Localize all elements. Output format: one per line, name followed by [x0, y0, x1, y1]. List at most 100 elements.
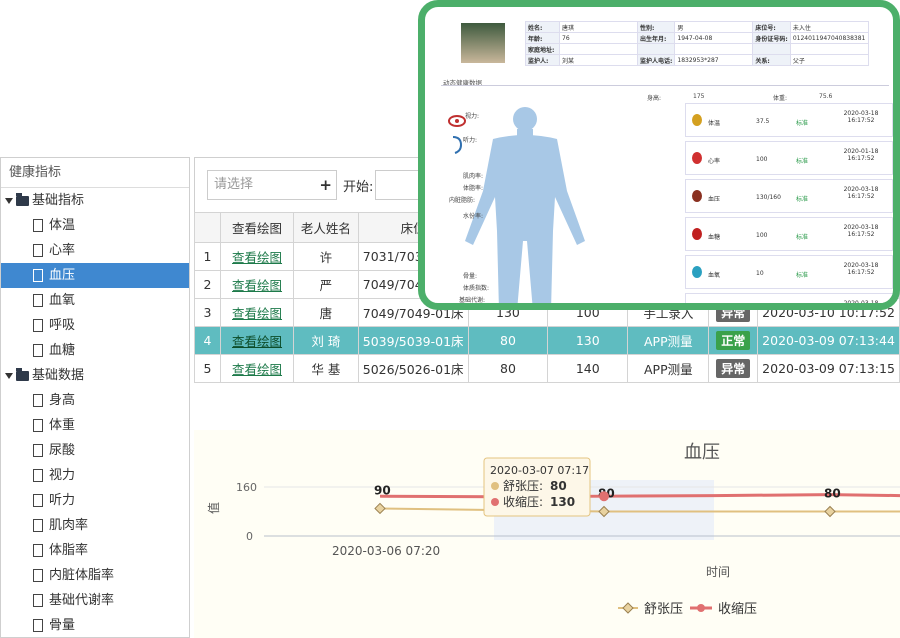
info-value: 男: [674, 21, 754, 33]
document-icon: [33, 244, 43, 257]
y-tick-label: 0: [246, 530, 253, 543]
info-value: 唐琪: [559, 21, 638, 33]
folder-icon: [16, 192, 29, 206]
info-row: 监护人: 刘某 监护人电话: 1832953*287 关系: 父子: [525, 54, 869, 66]
tooltip-date: 2020-03-07 07:17: [490, 464, 589, 477]
document-icon: [33, 419, 43, 432]
document-icon: [33, 594, 43, 607]
metric-card[interactable]: 心率 100 标准 2020-01-18 16:17:52: [685, 141, 893, 175]
status-badge: 异常: [716, 359, 751, 378]
tree-item-blood-pressure[interactable]: 血压: [1, 263, 189, 288]
tree-item-vision[interactable]: 视力: [1, 463, 189, 488]
view-chart-link[interactable]: 查看绘图: [220, 354, 295, 383]
data-point-diastolic: [374, 502, 386, 515]
metric-status: 标准: [796, 272, 809, 279]
tree-item-bone-mass[interactable]: 骨量: [1, 613, 189, 637]
tree-item-respiration[interactable]: 呼吸: [1, 313, 189, 338]
info-row: 家庭地址:: [525, 43, 869, 55]
col-elder-name: 老人姓名: [293, 212, 359, 243]
metric-card[interactable]: 总胆固醇 200 标准 2020-03-18 16:17:52: [685, 293, 893, 303]
time-cell: 2020-03-09 07:13:44: [757, 326, 900, 355]
tree-group-label: 基础数据: [32, 368, 85, 383]
x-tick-label: 2020-03-06 07:20: [332, 544, 440, 558]
tree-item-label: 肌肉率: [49, 518, 89, 533]
metric-card[interactable]: 血压 130/160 标准 2020-03-18 16:17:52: [685, 179, 893, 213]
tree-item-hearing[interactable]: 听力: [1, 488, 189, 513]
chart-title: 血压: [684, 442, 720, 463]
view-chart-link[interactable]: 查看绘图: [220, 298, 295, 327]
diastolic-cell: 80: [467, 354, 549, 383]
tree-item-label: 体脂率: [49, 543, 89, 558]
bed-cell: 5039/5039-01床: [357, 326, 469, 355]
tree-item-visceral-fat[interactable]: 内脏体脂率: [1, 563, 189, 588]
view-chart-link-text[interactable]: 查看绘图: [232, 334, 282, 349]
tree-item-uric-acid[interactable]: 尿酸: [1, 438, 189, 463]
metric-time: 2020-03-18 16:17:52: [843, 262, 879, 276]
plus-icon[interactable]: +: [319, 171, 332, 199]
weight-label: 体重:: [773, 95, 788, 102]
tree-item-weight[interactable]: 体重: [1, 413, 189, 438]
col-index: [193, 212, 222, 243]
section-divider: [441, 85, 889, 86]
elder-photo: [461, 23, 505, 63]
data-point-diastolic: [824, 505, 836, 518]
view-chart-link[interactable]: 查看绘图: [220, 326, 295, 355]
tree-item-label: 尿酸: [49, 443, 76, 458]
indicator-tree: 健康指标 基础指标 体温 心率 血压 血氧 呼吸 血糖 基础数据 身高 体重 尿…: [0, 157, 190, 638]
info-key: 家庭地址:: [525, 43, 560, 55]
tree-item-label: 血糖: [49, 343, 76, 358]
table-row[interactable]: 4 查看绘图刘 琦 5039/5039-01床 80 130 APP测量 正常 2020-03…: [193, 326, 900, 355]
eye-icon: [448, 115, 466, 127]
info-row: 姓名: 唐琪 性别: 男床位号: 未入住: [525, 21, 869, 33]
source-cell: APP测量: [627, 326, 710, 355]
metric-card[interactable]: 血糖 100 标准 2020-03-18 16:17:52: [685, 217, 893, 251]
document-icon: [33, 319, 43, 332]
view-chart-link[interactable]: 查看绘图: [220, 270, 295, 299]
tree-item-blood-oxygen[interactable]: 血氧: [1, 288, 189, 313]
view-chart-link[interactable]: 查看绘图: [220, 242, 295, 271]
view-chart-link-text[interactable]: 查看绘图: [232, 278, 282, 293]
metric-card[interactable]: 体温 37.5 标准 2020-03-18 16:17:52: [685, 103, 893, 137]
tree-item-blood-sugar[interactable]: 血糖: [1, 338, 189, 363]
tree-item-height[interactable]: 身高: [1, 388, 189, 413]
legend-marker-diastolic: [622, 602, 634, 614]
metric-value: 10: [756, 270, 764, 277]
tree-item-bmr[interactable]: 基础代谢率: [1, 588, 189, 613]
view-chart-link-text[interactable]: 查看绘图: [232, 362, 282, 377]
tooltip-marker: [491, 498, 499, 506]
weight-value: 75.6: [819, 93, 833, 100]
tree-item-label: 血压: [49, 268, 76, 283]
metric-value: 100: [756, 232, 768, 239]
info-key: 年龄:: [525, 32, 560, 44]
info-key: [636, 43, 676, 55]
document-icon: [33, 444, 43, 457]
legend-marker-systolic: [697, 604, 705, 612]
x-axis-label: 时间: [706, 565, 730, 579]
document-icon: [33, 494, 43, 507]
metric-value: 37.5: [756, 118, 770, 125]
tree-item-heart-rate[interactable]: 心率: [1, 238, 189, 263]
tree-group-basic-indicators[interactable]: 基础指标: [1, 188, 189, 213]
tree-item-body-fat[interactable]: 体脂率: [1, 538, 189, 563]
tree-item-muscle-rate[interactable]: 肌肉率: [1, 513, 189, 538]
body-metric-label: 内脏脂肪:: [449, 197, 476, 204]
expand-caret-icon[interactable]: [5, 372, 13, 379]
expand-caret-icon[interactable]: [5, 197, 13, 204]
tooltip-marker: [491, 482, 499, 490]
tree-item-label: 体温: [49, 218, 76, 233]
human-body-icon: [465, 107, 585, 303]
tree-group-basic-data[interactable]: 基础数据: [1, 363, 189, 388]
view-chart-link-text[interactable]: 查看绘图: [232, 250, 282, 265]
tree-header: 健康指标: [1, 158, 189, 188]
info-row: 年龄: 76 出生年月: 1947-04-08 身份证号码: 01240119470408…: [525, 32, 869, 44]
metric-card[interactable]: 血氧 10 标准 2020-03-18 16:17:52: [685, 255, 893, 289]
info-key: 姓名:: [525, 21, 560, 33]
status-cell: 正常: [708, 326, 759, 355]
view-chart-link-text[interactable]: 查看绘图: [232, 306, 282, 321]
tree-item-label: 听力: [49, 493, 76, 508]
info-key: 出生年月:: [636, 32, 676, 44]
elder-name-cell: 严: [293, 270, 359, 299]
table-row[interactable]: 5 查看绘图华 基 5026/5026-01床 80 140 APP测量 异常 2020-03…: [193, 354, 900, 383]
tree-item-temperature[interactable]: 体温: [1, 213, 189, 238]
indicator-select[interactable]: 请选择 +: [207, 170, 337, 200]
